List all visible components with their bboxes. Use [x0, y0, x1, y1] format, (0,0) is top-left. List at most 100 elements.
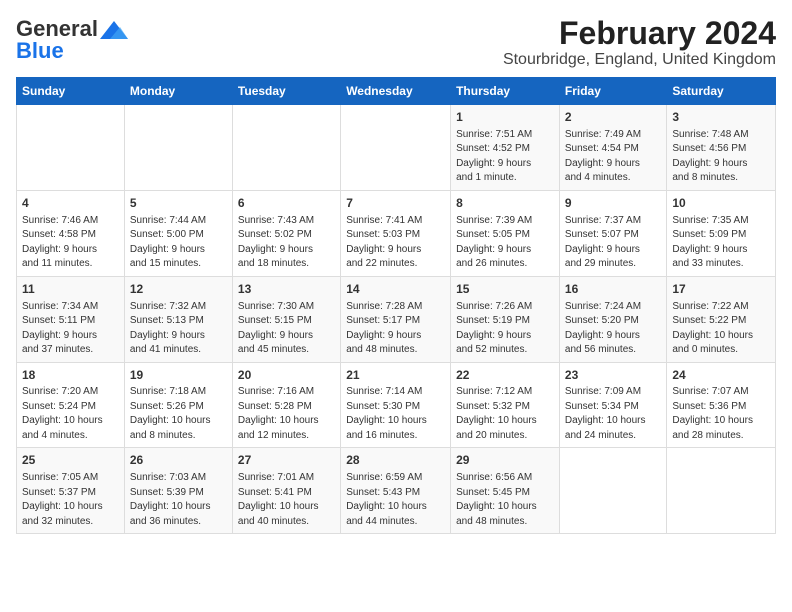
calendar-cell: 28 Sunrise: 6:59 AM Sunset: 5:43 PM Dayli…	[341, 448, 451, 534]
calendar-cell: 8 Sunrise: 7:39 AM Sunset: 5:05 PM Daylig…	[451, 190, 560, 276]
page-subtitle: Stourbridge, England, United Kingdom	[503, 51, 776, 69]
day-info: Sunrise: 7:20 AM Sunset: 5:24 PM Dayligh…	[22, 385, 119, 443]
calendar-header-thursday: Thursday	[451, 78, 560, 105]
calendar-cell: 18Sunrise: 7:20 AM Sunset: 5:24 PM Dayli…	[17, 362, 125, 448]
day-number: 9	[565, 195, 661, 212]
day-info: Sunrise: 7:46 AM Sunset: 4:58 PM Dayligh…	[22, 214, 119, 272]
day-info: Sunrise: 7:01 AM Sunset: 5:41 PM Dayligh…	[238, 471, 335, 529]
day-info: Sunrise: 7:49 AM Sunset: 4:54 PM Dayligh…	[565, 128, 661, 186]
calendar-cell: 19Sunrise: 7:18 AM Sunset: 5:26 PM Dayli…	[124, 362, 232, 448]
day-info: Sunrise: 7:41 AM Sunset: 5:03 PM Dayligh…	[346, 214, 445, 272]
calendar-cell	[232, 105, 340, 191]
calendar-cell: 5 Sunrise: 7:44 AM Sunset: 5:00 PM Daylig…	[124, 190, 232, 276]
day-info: Sunrise: 7:22 AM Sunset: 5:22 PM Dayligh…	[672, 300, 770, 358]
day-number: 10	[672, 195, 770, 212]
day-number: 3	[672, 109, 770, 126]
day-info: Sunrise: 7:09 AM Sunset: 5:34 PM Dayligh…	[565, 385, 661, 443]
calendar-header-tuesday: Tuesday	[232, 78, 340, 105]
day-info: Sunrise: 7:26 AM Sunset: 5:19 PM Dayligh…	[456, 300, 554, 358]
calendar-cell: 13Sunrise: 7:30 AM Sunset: 5:15 PM Dayli…	[232, 276, 340, 362]
day-info: Sunrise: 7:18 AM Sunset: 5:26 PM Dayligh…	[130, 385, 227, 443]
day-info: Sunrise: 7:39 AM Sunset: 5:05 PM Dayligh…	[456, 214, 554, 272]
day-number: 11	[22, 281, 119, 298]
calendar-cell: 10 Sunrise: 7:35 AM Sunset: 5:09 PM Dayli…	[667, 190, 776, 276]
day-info: Sunrise: 7:12 AM Sunset: 5:32 PM Dayligh…	[456, 385, 554, 443]
calendar-cell: 14Sunrise: 7:28 AM Sunset: 5:17 PM Dayli…	[341, 276, 451, 362]
title-block: February 2024 Stourbridge, England, Unit…	[503, 16, 776, 69]
day-number: 17	[672, 281, 770, 298]
calendar-cell	[17, 105, 125, 191]
logo: General Blue	[16, 16, 128, 64]
day-number: 12	[130, 281, 227, 298]
day-number: 23	[565, 367, 661, 384]
calendar-cell: 20Sunrise: 7:16 AM Sunset: 5:28 PM Dayli…	[232, 362, 340, 448]
day-number: 2	[565, 109, 661, 126]
day-info: Sunrise: 7:32 AM Sunset: 5:13 PM Dayligh…	[130, 300, 227, 358]
day-number: 1	[456, 109, 554, 126]
calendar-cell: 27 Sunrise: 7:01 AM Sunset: 5:41 PM Dayli…	[232, 448, 340, 534]
day-number: 26	[130, 452, 227, 469]
day-number: 8	[456, 195, 554, 212]
calendar-body: 1 Sunrise: 7:51 AM Sunset: 4:52 PM Daylig…	[17, 105, 776, 534]
calendar-cell: 12 Sunrise: 7:32 AM Sunset: 5:13 PM Dayli…	[124, 276, 232, 362]
day-number: 24	[672, 367, 770, 384]
calendar-header-friday: Friday	[559, 78, 666, 105]
day-info: Sunrise: 7:37 AM Sunset: 5:07 PM Dayligh…	[565, 214, 661, 272]
day-info: Sunrise: 7:48 AM Sunset: 4:56 PM Dayligh…	[672, 128, 770, 186]
day-info: Sunrise: 7:44 AM Sunset: 5:00 PM Dayligh…	[130, 214, 227, 272]
day-info: Sunrise: 7:35 AM Sunset: 5:09 PM Dayligh…	[672, 214, 770, 272]
day-info: Sunrise: 7:03 AM Sunset: 5:39 PM Dayligh…	[130, 471, 227, 529]
calendar-week-2: 11 Sunrise: 7:34 AM Sunset: 5:11 PM Dayli…	[17, 276, 776, 362]
day-info: Sunrise: 7:14 AM Sunset: 5:30 PM Dayligh…	[346, 385, 445, 443]
calendar-cell: 7 Sunrise: 7:41 AM Sunset: 5:03 PM Daylig…	[341, 190, 451, 276]
calendar-cell	[667, 448, 776, 534]
calendar-header-monday: Monday	[124, 78, 232, 105]
calendar-cell	[559, 448, 666, 534]
calendar-cell: 22Sunrise: 7:12 AM Sunset: 5:32 PM Dayli…	[451, 362, 560, 448]
calendar-cell: 6Sunrise: 7:43 AM Sunset: 5:02 PM Daylig…	[232, 190, 340, 276]
calendar-cell	[341, 105, 451, 191]
day-number: 20	[238, 367, 335, 384]
logo-blue: Blue	[16, 38, 64, 64]
calendar-cell: 29Sunrise: 6:56 AM Sunset: 5:45 PM Dayli…	[451, 448, 560, 534]
calendar-table: SundayMondayTuesdayWednesdayThursdayFrid…	[16, 77, 776, 534]
calendar-header-wednesday: Wednesday	[341, 78, 451, 105]
day-number: 16	[565, 281, 661, 298]
day-info: Sunrise: 7:05 AM Sunset: 5:37 PM Dayligh…	[22, 471, 119, 529]
calendar-header-sunday: Sunday	[17, 78, 125, 105]
day-number: 27	[238, 452, 335, 469]
calendar-cell: 25 Sunrise: 7:05 AM Sunset: 5:37 PM Dayli…	[17, 448, 125, 534]
calendar-cell: 3 Sunrise: 7:48 AM Sunset: 4:56 PM Daylig…	[667, 105, 776, 191]
day-number: 7	[346, 195, 445, 212]
logo-icon	[100, 21, 128, 39]
calendar-week-1: 4Sunrise: 7:46 AM Sunset: 4:58 PM Daylig…	[17, 190, 776, 276]
calendar-cell: 17 Sunrise: 7:22 AM Sunset: 5:22 PM Dayli…	[667, 276, 776, 362]
calendar-cell: 26 Sunrise: 7:03 AM Sunset: 5:39 PM Dayli…	[124, 448, 232, 534]
calendar-week-4: 25 Sunrise: 7:05 AM Sunset: 5:37 PM Dayli…	[17, 448, 776, 534]
calendar-header-row: SundayMondayTuesdayWednesdayThursdayFrid…	[17, 78, 776, 105]
day-info: Sunrise: 7:51 AM Sunset: 4:52 PM Dayligh…	[456, 128, 554, 186]
day-info: Sunrise: 7:24 AM Sunset: 5:20 PM Dayligh…	[565, 300, 661, 358]
calendar-cell: 2 Sunrise: 7:49 AM Sunset: 4:54 PM Daylig…	[559, 105, 666, 191]
calendar-header-saturday: Saturday	[667, 78, 776, 105]
day-info: Sunrise: 7:28 AM Sunset: 5:17 PM Dayligh…	[346, 300, 445, 358]
calendar-week-3: 18Sunrise: 7:20 AM Sunset: 5:24 PM Dayli…	[17, 362, 776, 448]
day-number: 5	[130, 195, 227, 212]
calendar-cell: 21Sunrise: 7:14 AM Sunset: 5:30 PM Dayli…	[341, 362, 451, 448]
page-header: General Blue February 2024 Stourbridge, …	[16, 16, 776, 69]
day-number: 15	[456, 281, 554, 298]
day-info: Sunrise: 7:07 AM Sunset: 5:36 PM Dayligh…	[672, 385, 770, 443]
calendar-cell: 16 Sunrise: 7:24 AM Sunset: 5:20 PM Dayli…	[559, 276, 666, 362]
day-info: Sunrise: 6:59 AM Sunset: 5:43 PM Dayligh…	[346, 471, 445, 529]
day-number: 25	[22, 452, 119, 469]
day-info: Sunrise: 7:16 AM Sunset: 5:28 PM Dayligh…	[238, 385, 335, 443]
calendar-cell: 1 Sunrise: 7:51 AM Sunset: 4:52 PM Daylig…	[451, 105, 560, 191]
calendar-week-0: 1 Sunrise: 7:51 AM Sunset: 4:52 PM Daylig…	[17, 105, 776, 191]
day-info: Sunrise: 7:34 AM Sunset: 5:11 PM Dayligh…	[22, 300, 119, 358]
day-number: 22	[456, 367, 554, 384]
day-number: 28	[346, 452, 445, 469]
day-number: 21	[346, 367, 445, 384]
calendar-cell: 15 Sunrise: 7:26 AM Sunset: 5:19 PM Dayli…	[451, 276, 560, 362]
calendar-cell: 24Sunrise: 7:07 AM Sunset: 5:36 PM Dayli…	[667, 362, 776, 448]
day-info: Sunrise: 7:30 AM Sunset: 5:15 PM Dayligh…	[238, 300, 335, 358]
